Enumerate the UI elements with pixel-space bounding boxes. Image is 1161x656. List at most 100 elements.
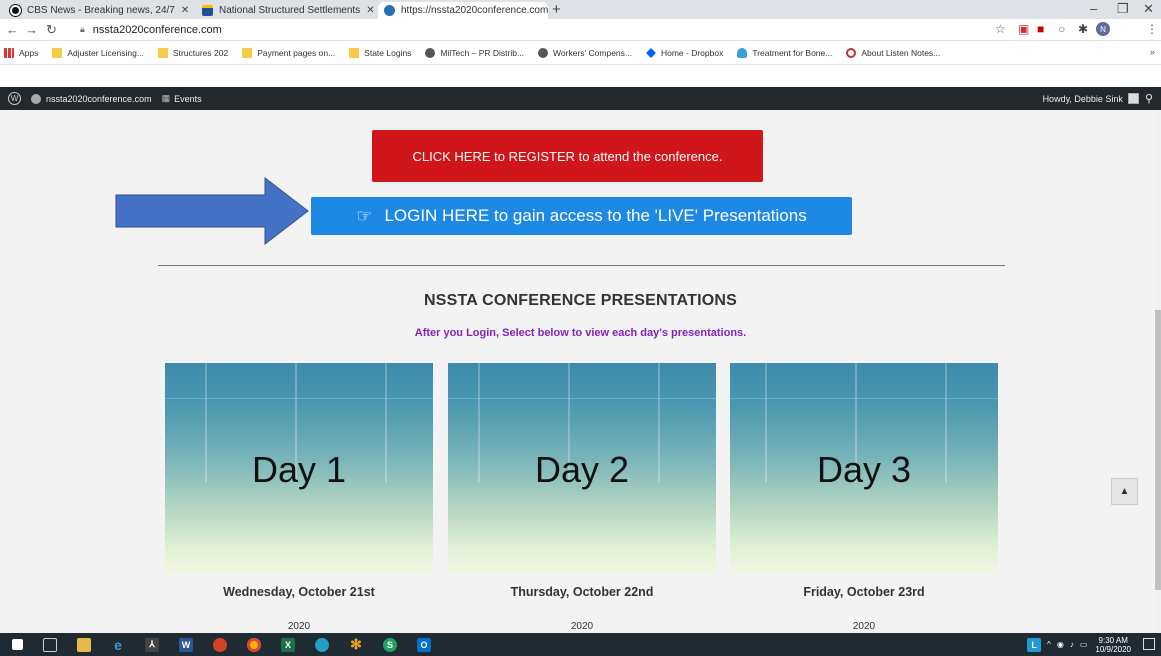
bookmark-label: Apps	[19, 47, 39, 58]
acrobat-extension-icon[interactable]: ■	[1037, 22, 1044, 36]
new-tab-button[interactable]: +	[552, 1, 561, 18]
forward-icon[interactable]: →	[25, 22, 38, 37]
dropbox-icon	[646, 47, 656, 58]
tab-nssta-conference[interactable]: https://nssta2020conference.com ✕	[378, 2, 548, 19]
windows-start-icon[interactable]	[12, 639, 23, 650]
tab-label: National Structured Settlements	[219, 5, 361, 16]
page-scrollbar[interactable]	[1155, 110, 1161, 633]
excel-icon[interactable]: X	[281, 637, 295, 652]
bookmarks-overflow-icon[interactable]: »	[1150, 47, 1155, 57]
bookmark-label: Home - Dropbox	[660, 47, 724, 58]
skype-icon[interactable]: S	[383, 637, 397, 652]
scrollbar-thumb[interactable]	[1155, 310, 1161, 590]
display-icon[interactable]: ▭	[1080, 640, 1088, 649]
profile-avatar-icon[interactable]: N	[1096, 22, 1110, 36]
search-icon[interactable]: ⚲	[1145, 92, 1153, 105]
globe-icon	[425, 47, 436, 58]
bookmark-structures-202[interactable]: Structures 202	[157, 47, 229, 58]
menu-kebab-icon[interactable]: ⋮	[1146, 22, 1158, 36]
bookmarks-bar: Apps Adjuster Licensing... Structures 20…	[0, 41, 1161, 65]
browser-tab-strip: CBS News - Breaking news, 24/7 ✕ Nationa…	[0, 0, 1161, 19]
volume-icon[interactable]: ♪	[1070, 640, 1074, 649]
wp-events-link[interactable]: ▦ Events	[162, 93, 202, 104]
blue-arrow-annotation	[115, 177, 309, 245]
login-button[interactable]: ☞ LOGIN HERE to gain access to the 'LIVE…	[311, 197, 852, 235]
clock[interactable]: 9:30 AM 10/9/2020	[1095, 636, 1131, 654]
bookmark-label: About Listen Notes...	[861, 47, 941, 58]
wp-greeting: Howdy, Debbie Sink	[1042, 93, 1123, 104]
network-icon[interactable]: ◉	[1057, 640, 1064, 649]
bookmark-star-icon[interactable]: ☆	[995, 22, 1006, 36]
wp-admin-bar: W nssta2020conference.com ▦ Events Howdy…	[0, 87, 1161, 110]
outlook-icon[interactable]: O	[417, 637, 431, 652]
back-icon[interactable]: ←	[6, 22, 19, 37]
scroll-to-top-button[interactable]: ▲	[1111, 478, 1138, 505]
bookmark-listen-notes[interactable]: About Listen Notes...	[846, 47, 941, 58]
bookmark-label: Structures 202	[172, 47, 229, 58]
day-label: Day 3	[816, 449, 912, 490]
bookmark-state-logins[interactable]: State Logins	[349, 47, 412, 58]
file-explorer-icon[interactable]	[77, 637, 91, 652]
page-content: CLICK HERE to REGISTER to attend the con…	[0, 110, 1155, 633]
notifications-icon[interactable]	[1143, 638, 1155, 650]
close-tab-icon[interactable]: ✕	[360, 5, 374, 16]
day-2-year: 2020	[570, 621, 594, 632]
folder-icon	[242, 47, 253, 58]
lock-icon: 🔒︎	[80, 24, 85, 34]
wordpress-logo-icon[interactable]: W	[8, 92, 21, 105]
minimize-icon[interactable]: –	[1090, 1, 1097, 16]
bookmark-label: State Logins	[364, 47, 412, 58]
close-tab-icon[interactable]: ✕	[175, 5, 189, 16]
register-button[interactable]: CLICK HERE to REGISTER to attend the con…	[372, 130, 763, 182]
window-frame-line	[448, 398, 716, 399]
chrome-icon[interactable]	[247, 637, 261, 652]
bookmark-label: Payment pages on...	[257, 47, 336, 58]
cbs-eye-icon	[10, 5, 21, 16]
system-tray: L ^ ◉ ♪ ▭ 9:30 AM 10/9/2020	[1027, 633, 1131, 656]
acrobat-icon[interactable]: ⅄	[145, 637, 159, 652]
powerpoint-icon[interactable]	[213, 637, 227, 652]
internet-explorer-icon[interactable]: e	[111, 637, 125, 653]
address-bar-row: ← → ↻ 🔒︎ nssta2020conference.com ☆ ▣ ■ ○…	[0, 19, 1161, 41]
folder-icon	[52, 47, 63, 58]
extension-circle-icon[interactable]: ○	[1058, 22, 1065, 36]
wp-site-link[interactable]: nssta2020conference.com	[31, 93, 152, 104]
tab-national-structured[interactable]: National Structured Settlements ✕	[196, 2, 376, 19]
nss-logo-icon	[202, 5, 213, 16]
maximize-icon[interactable]: ❐	[1117, 1, 1129, 17]
day-2-card[interactable]: Day 2	[448, 363, 716, 573]
word-icon[interactable]: W	[179, 637, 193, 652]
bookmark-label: Workers' Compens...	[553, 47, 632, 58]
windows-taskbar: e ⅄ W X ✻ S O L ^ ◉ ♪ ▭ 9:30 AM 10/9/202…	[0, 633, 1161, 656]
tray-app-icon[interactable]: L	[1027, 637, 1042, 652]
bookmark-treatment-bone[interactable]: Treatment for Bone...	[737, 47, 833, 58]
bookmark-label: Treatment for Bone...	[752, 47, 833, 58]
day-label: Day 2	[534, 449, 630, 490]
bookmark-apps[interactable]: Apps	[4, 47, 39, 58]
search-icon	[846, 47, 857, 58]
tray-chevron-icon[interactable]: ^	[1047, 640, 1051, 649]
edge-icon[interactable]	[315, 637, 329, 652]
day-1-card[interactable]: Day 1	[165, 363, 433, 573]
bookmark-adjuster-licensing[interactable]: Adjuster Licensing...	[52, 47, 144, 58]
url-field[interactable]: 🔒︎ nssta2020conference.com	[80, 21, 1010, 38]
apps-grid-icon	[4, 47, 14, 58]
bookmark-miltech[interactable]: MilTech – PR Distrib...	[425, 47, 524, 58]
day-label: Day 1	[251, 449, 347, 490]
wp-events-label: Events	[174, 93, 202, 104]
folder-icon	[349, 47, 360, 58]
pocket-extension-icon[interactable]: ▣	[1018, 22, 1029, 36]
extensions-puzzle-icon[interactable]: ✱	[1078, 22, 1088, 36]
window-frame-line	[165, 398, 433, 399]
wp-account-area[interactable]: Howdy, Debbie Sink ⚲	[1043, 87, 1153, 110]
task-view-icon[interactable]	[43, 637, 57, 652]
day-3-card[interactable]: Day 3	[730, 363, 998, 573]
bookmark-payment-pages[interactable]: Payment pages on...	[242, 47, 336, 58]
heart-icon	[737, 47, 748, 58]
bookmark-dropbox[interactable]: Home - Dropbox	[646, 48, 723, 58]
close-window-icon[interactable]: ✕	[1143, 1, 1154, 17]
bookmark-workers-comp[interactable]: Workers' Compens...	[538, 47, 632, 58]
snip-icon[interactable]: ✻	[349, 636, 363, 652]
reload-icon[interactable]: ↻	[46, 22, 57, 38]
tab-cbs-news[interactable]: CBS News - Breaking news, 24/7 ✕	[4, 2, 192, 19]
